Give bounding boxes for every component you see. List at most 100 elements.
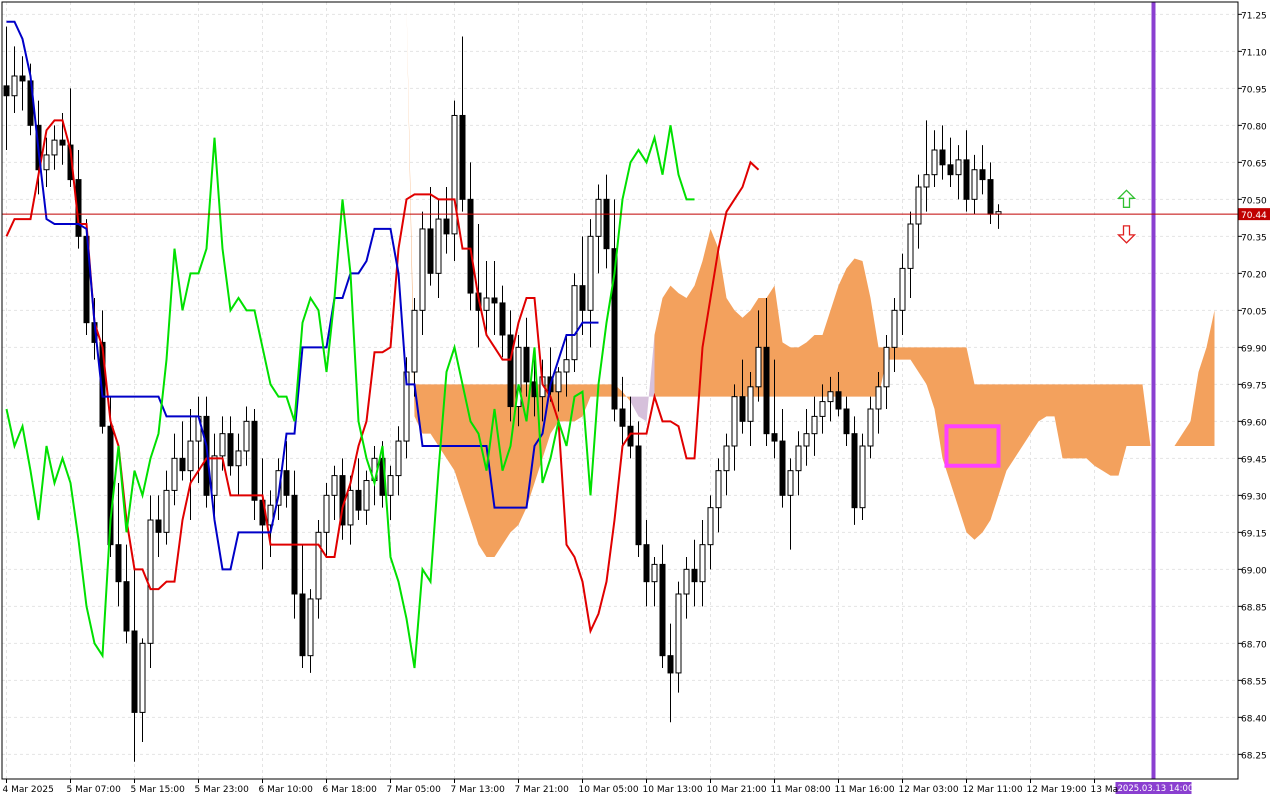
candle-up	[891, 309, 898, 348]
candle-up	[571, 285, 578, 361]
candle-up	[707, 507, 714, 546]
candle-up	[755, 346, 762, 388]
candle-up	[819, 401, 826, 417]
candle-down	[499, 302, 506, 336]
price-tick-label: 70.35	[1241, 233, 1267, 243]
candle-up	[307, 598, 314, 657]
time-tick-label: 6 Mar 18:00	[323, 785, 378, 795]
price-tick-label: 69.30	[1241, 492, 1267, 502]
time-tick-label: 11 Mar 08:00	[771, 785, 831, 795]
price-tick-label: 68.70	[1241, 640, 1267, 650]
candle-down	[491, 297, 498, 304]
candle-down	[579, 285, 586, 311]
candle-up	[315, 531, 322, 600]
candle-down	[3, 85, 10, 97]
candle-down	[59, 139, 66, 146]
candle-up	[715, 470, 722, 509]
candle-up	[867, 408, 874, 447]
candle-up	[899, 267, 906, 311]
candle-up	[731, 396, 738, 447]
time-tick-label: 5 Mar 07:00	[67, 785, 122, 795]
candle-up	[171, 457, 178, 491]
price-tick-label: 68.40	[1241, 714, 1267, 724]
candle-up	[419, 228, 426, 311]
price-tick-label: 69.60	[1241, 418, 1267, 428]
price-tick-label: 70.50	[1241, 196, 1267, 206]
candle-up	[859, 445, 866, 509]
price-tick-label: 70.65	[1241, 159, 1267, 169]
candle-up	[147, 519, 154, 644]
candle-down	[115, 544, 122, 583]
candle-down	[835, 391, 842, 410]
candle-up	[675, 593, 682, 674]
candle-down	[283, 470, 290, 496]
time-tick-label: 5 Mar 23:00	[195, 785, 250, 795]
time-tick-label: 10 Mar 05:00	[579, 785, 639, 795]
candle-up	[875, 386, 882, 410]
candle-up	[699, 544, 706, 583]
time-tick-label: 13 Ma	[1091, 785, 1119, 795]
candle-up	[747, 386, 754, 422]
candle-down	[155, 519, 162, 533]
candle-up	[555, 371, 562, 393]
candle-up	[11, 75, 18, 97]
candle-up	[323, 494, 330, 533]
price-tick-label: 70.95	[1241, 85, 1267, 95]
candle-up	[139, 642, 146, 713]
candle-up	[803, 433, 810, 447]
candle-down	[771, 433, 778, 442]
candle-up	[395, 440, 402, 477]
price-tick-label: 68.55	[1241, 677, 1267, 687]
candle-up	[811, 415, 818, 435]
candle-down	[619, 408, 626, 427]
candle-down	[659, 563, 666, 657]
candle-down	[251, 420, 258, 501]
time-tick-label: 12 Mar 19:00	[1027, 785, 1087, 795]
candle-down	[851, 433, 858, 509]
candle-down	[667, 655, 674, 674]
price-tick-label: 69.45	[1241, 455, 1267, 465]
candle-up	[907, 223, 914, 269]
price-tick-label: 69.15	[1241, 529, 1267, 539]
time-tick-label: 6 Mar 10:00	[259, 785, 314, 795]
candle-up	[243, 420, 250, 452]
price-tick-label: 70.05	[1241, 307, 1267, 317]
candle-up	[587, 235, 594, 311]
candle-up	[211, 455, 218, 496]
candle-down	[19, 75, 26, 82]
time-tick-label: 7 Mar 13:00	[451, 785, 506, 795]
candle-up	[347, 489, 354, 526]
price-tick-label: 70.20	[1241, 270, 1267, 280]
price-tick-label: 68.25	[1241, 751, 1267, 761]
time-tick-label: 12 Mar 03:00	[899, 785, 959, 795]
candle-down	[979, 169, 986, 181]
time-tick-label: 7 Mar 05:00	[387, 785, 442, 795]
candle-up	[931, 149, 938, 176]
candle-down	[939, 149, 946, 166]
candle-up	[411, 309, 418, 373]
candle-up	[435, 218, 442, 274]
candle-up	[683, 568, 690, 595]
candle-up	[187, 440, 194, 472]
candle-up	[827, 391, 834, 403]
candle-up	[51, 139, 58, 156]
candle-down	[987, 179, 994, 215]
candle-down	[131, 630, 138, 713]
candle-down	[179, 457, 186, 472]
candle-up	[43, 154, 50, 171]
time-tick-label: 10 Mar 13:00	[643, 785, 703, 795]
time-tick-label: 5 Mar 15:00	[131, 785, 186, 795]
candle-up	[971, 169, 978, 200]
candle-up	[163, 489, 170, 533]
price-tick-label: 69.75	[1241, 381, 1267, 391]
candle-up	[723, 445, 730, 472]
candle-down	[507, 334, 514, 408]
candle-down	[643, 544, 650, 583]
candle-up	[915, 186, 922, 225]
candle-down	[947, 164, 954, 176]
candle-up	[795, 445, 802, 472]
candle-down	[739, 396, 746, 422]
candle-down	[763, 346, 770, 435]
price-tick-label: 70.80	[1241, 122, 1267, 132]
vertical-marker-label: 2025.03.13 14:00	[1118, 784, 1194, 794]
